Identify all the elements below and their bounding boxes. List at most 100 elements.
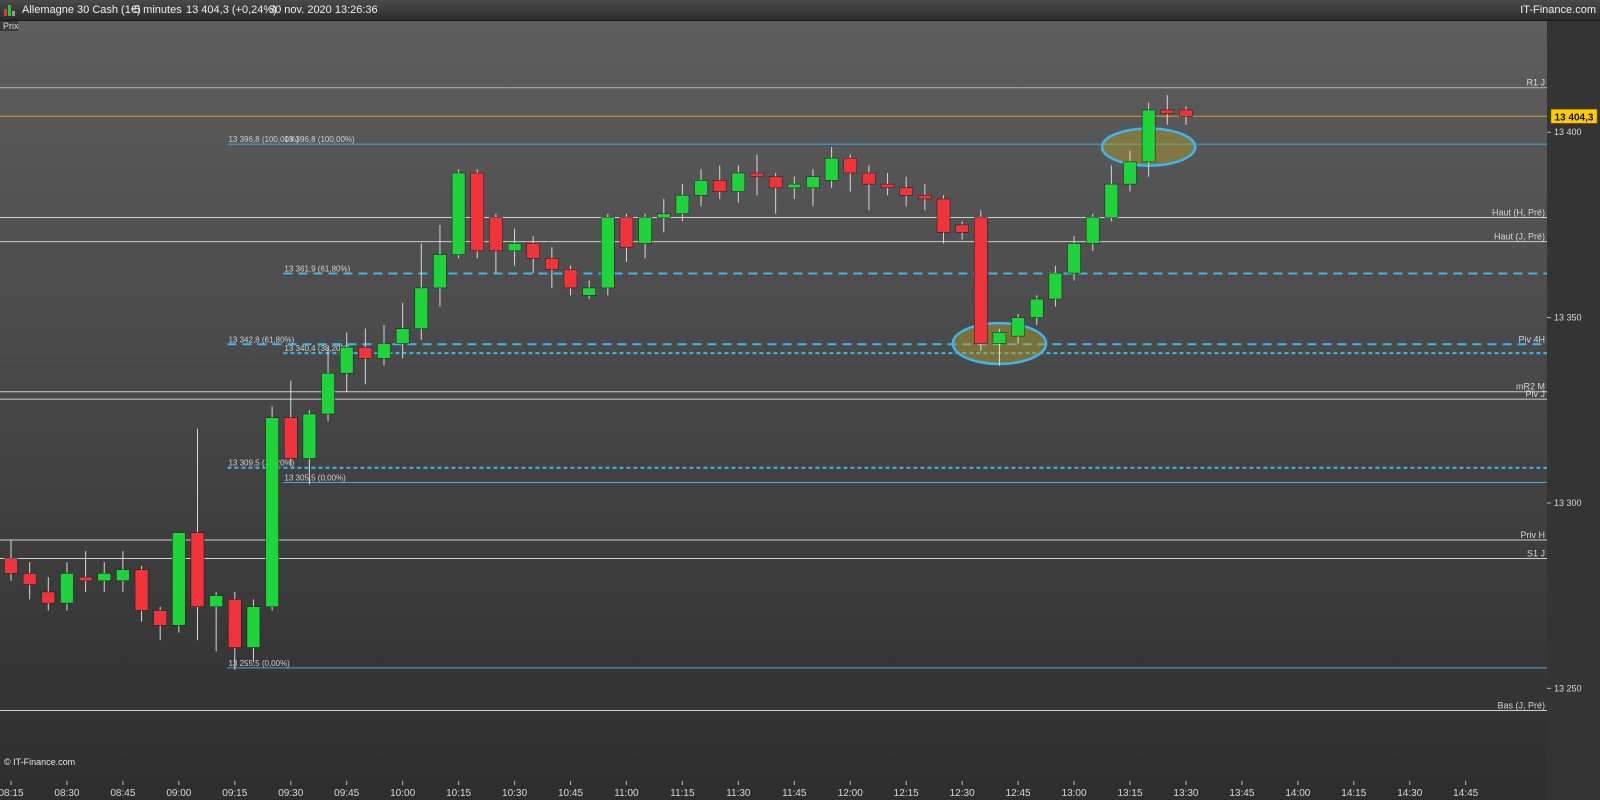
x-tick-label: 14:30	[1397, 788, 1422, 799]
fib-label-7: 13 255,5 (0,00%)	[228, 659, 290, 668]
candle-body-11:55	[824, 157, 839, 181]
x-tick-label: 11:00	[614, 788, 639, 799]
candle-body-12:40	[992, 332, 1007, 344]
candle-body-10:10	[433, 254, 447, 289]
candle-body-13:10	[1104, 183, 1119, 218]
x-tick-label: 13:00	[1062, 788, 1087, 799]
candle-body-11:15	[675, 194, 690, 215]
timeframe: 5 minutes	[134, 4, 182, 16]
candle-body-12:45	[1011, 317, 1025, 337]
brand-name: IT-Finance.com	[1520, 4, 1596, 16]
candle-body-11:50	[806, 176, 820, 189]
x-tick-label: 10:30	[502, 788, 527, 799]
candle-body-10:30	[507, 243, 522, 252]
candle-body-10:45	[563, 269, 578, 289]
candle-body-10:50	[582, 287, 596, 296]
candle-body-11:10	[657, 213, 671, 218]
chart-logo-icon	[4, 5, 15, 16]
y-tick-label: 13 350	[1554, 313, 1582, 323]
candle-body-09:15	[228, 599, 242, 648]
x-tick-label: 10:45	[558, 788, 583, 799]
x-tick-label: 13:45	[1229, 788, 1254, 799]
candle-body-11:20	[694, 180, 708, 196]
candle-body-13:20	[1141, 109, 1156, 163]
fib-label-6: 13 305,5 (0,00%)	[284, 474, 346, 483]
level-label-haut-j-pre: Haut (J, Pré)	[1494, 232, 1545, 242]
candle-body-09:45	[339, 346, 354, 374]
candle-body-08:40	[97, 573, 111, 582]
candle-body-10:00	[395, 328, 410, 344]
fib-label-5: 13 309,5 (38,20%)	[228, 459, 294, 468]
last-quote: 13 404,3 (+0,24%)	[186, 4, 277, 16]
candle-body-09:00	[172, 532, 186, 626]
x-tick-label: 09:30	[278, 788, 303, 799]
candle-body-10:40	[545, 258, 559, 270]
header-datetime: 30 nov. 2020 13:26:36	[269, 4, 378, 16]
last-price-label: 13 404,3	[1555, 112, 1594, 123]
fib-label-1: 13 396,8 (100,00%)	[284, 135, 355, 144]
candle-body-08:45	[116, 569, 130, 582]
candle-body-08:25	[41, 591, 56, 604]
level-label-s1-j: S1 J	[1527, 549, 1545, 559]
candle-body-12:55	[1048, 272, 1063, 300]
candle-body-12:25	[936, 198, 951, 233]
candle-body-09:05	[190, 532, 205, 608]
candle-body-12:10	[880, 183, 895, 189]
level-label-piv-j: Piv J	[1525, 389, 1545, 399]
x-tick-label: 12:30	[950, 788, 975, 799]
x-tick-label: 14:45	[1453, 788, 1478, 799]
candle-body-08:20	[22, 573, 37, 585]
candle-body-11:40	[768, 176, 783, 189]
instrument-name: Allemagne 30 Cash (1€)	[22, 4, 141, 16]
x-tick-label: 09:15	[222, 788, 247, 799]
x-tick-label: 13:15	[1117, 788, 1142, 799]
level-label-r1-j: R1 J	[1526, 78, 1545, 88]
candle-body-09:55	[377, 343, 391, 359]
level-label-priv-h: Priv H	[1521, 530, 1546, 540]
x-tick-label: 10:15	[446, 788, 471, 799]
x-tick-label: 14:00	[1285, 788, 1310, 799]
x-tick-label: 12:15	[894, 788, 919, 799]
candle-body-13:25	[1160, 109, 1175, 114]
candle-body-11:35	[750, 172, 764, 177]
panel-label: Prix	[3, 21, 19, 31]
candle-body-11:00	[619, 217, 634, 248]
watermark: © IT-Finance.com	[4, 757, 75, 767]
x-tick-label: 11:45	[782, 788, 807, 799]
candle-body-11:25	[712, 180, 727, 192]
candle-body-13:30	[1179, 109, 1193, 117]
candle-body-13:00	[1067, 243, 1081, 274]
x-tick-label: 12:45	[1006, 788, 1031, 799]
x-tick-label: 10:00	[390, 788, 415, 799]
candle-body-09:10	[209, 595, 223, 608]
candle-body-13:15	[1123, 161, 1137, 185]
x-tick-label: 09:45	[334, 788, 359, 799]
candle-body-10:20	[470, 172, 484, 252]
y-tick-label: 13 250	[1554, 683, 1582, 693]
candle-body-12:30	[955, 224, 969, 233]
x-tick-label: 13:30	[1173, 788, 1198, 799]
candle-body-08:55	[153, 610, 167, 626]
candle-body-09:20	[246, 606, 261, 648]
x-tick-label: 11:30	[726, 788, 751, 799]
level-label-haut-h-pre: Haut (H, Pré)	[1492, 207, 1545, 217]
x-tick-label: 14:15	[1341, 788, 1366, 799]
candle-body-10:25	[489, 217, 503, 252]
y-tick-label: 13 300	[1554, 498, 1582, 508]
candle-body-12:15	[899, 187, 913, 196]
price-chart[interactable]: Prix © IT-Finance.com R1 J Haut (H, Pré) H…	[0, 21, 1600, 800]
candle-body-09:30	[284, 417, 298, 459]
candle-body-12:50	[1030, 298, 1044, 318]
candle-body-10:55	[601, 217, 615, 289]
candle-body-10:15	[451, 172, 466, 255]
level-label-bas-j-pre: Bas (J, Pré)	[1497, 701, 1545, 711]
x-tick-label: 11:15	[670, 788, 695, 799]
candle-body-09:35	[302, 413, 317, 459]
y-tick-label: 13 400	[1554, 127, 1582, 137]
fib-label-2: 13 361,9 (61,80%)	[284, 264, 350, 273]
candle-body-09:25	[265, 417, 279, 608]
chart-header: Allemagne 30 Cash (1€) 5 minutes 13 404,…	[0, 0, 1600, 21]
candle-body-12:05	[862, 172, 876, 185]
candle-body-09:50	[358, 346, 373, 359]
candle-body-12:35	[974, 217, 988, 344]
